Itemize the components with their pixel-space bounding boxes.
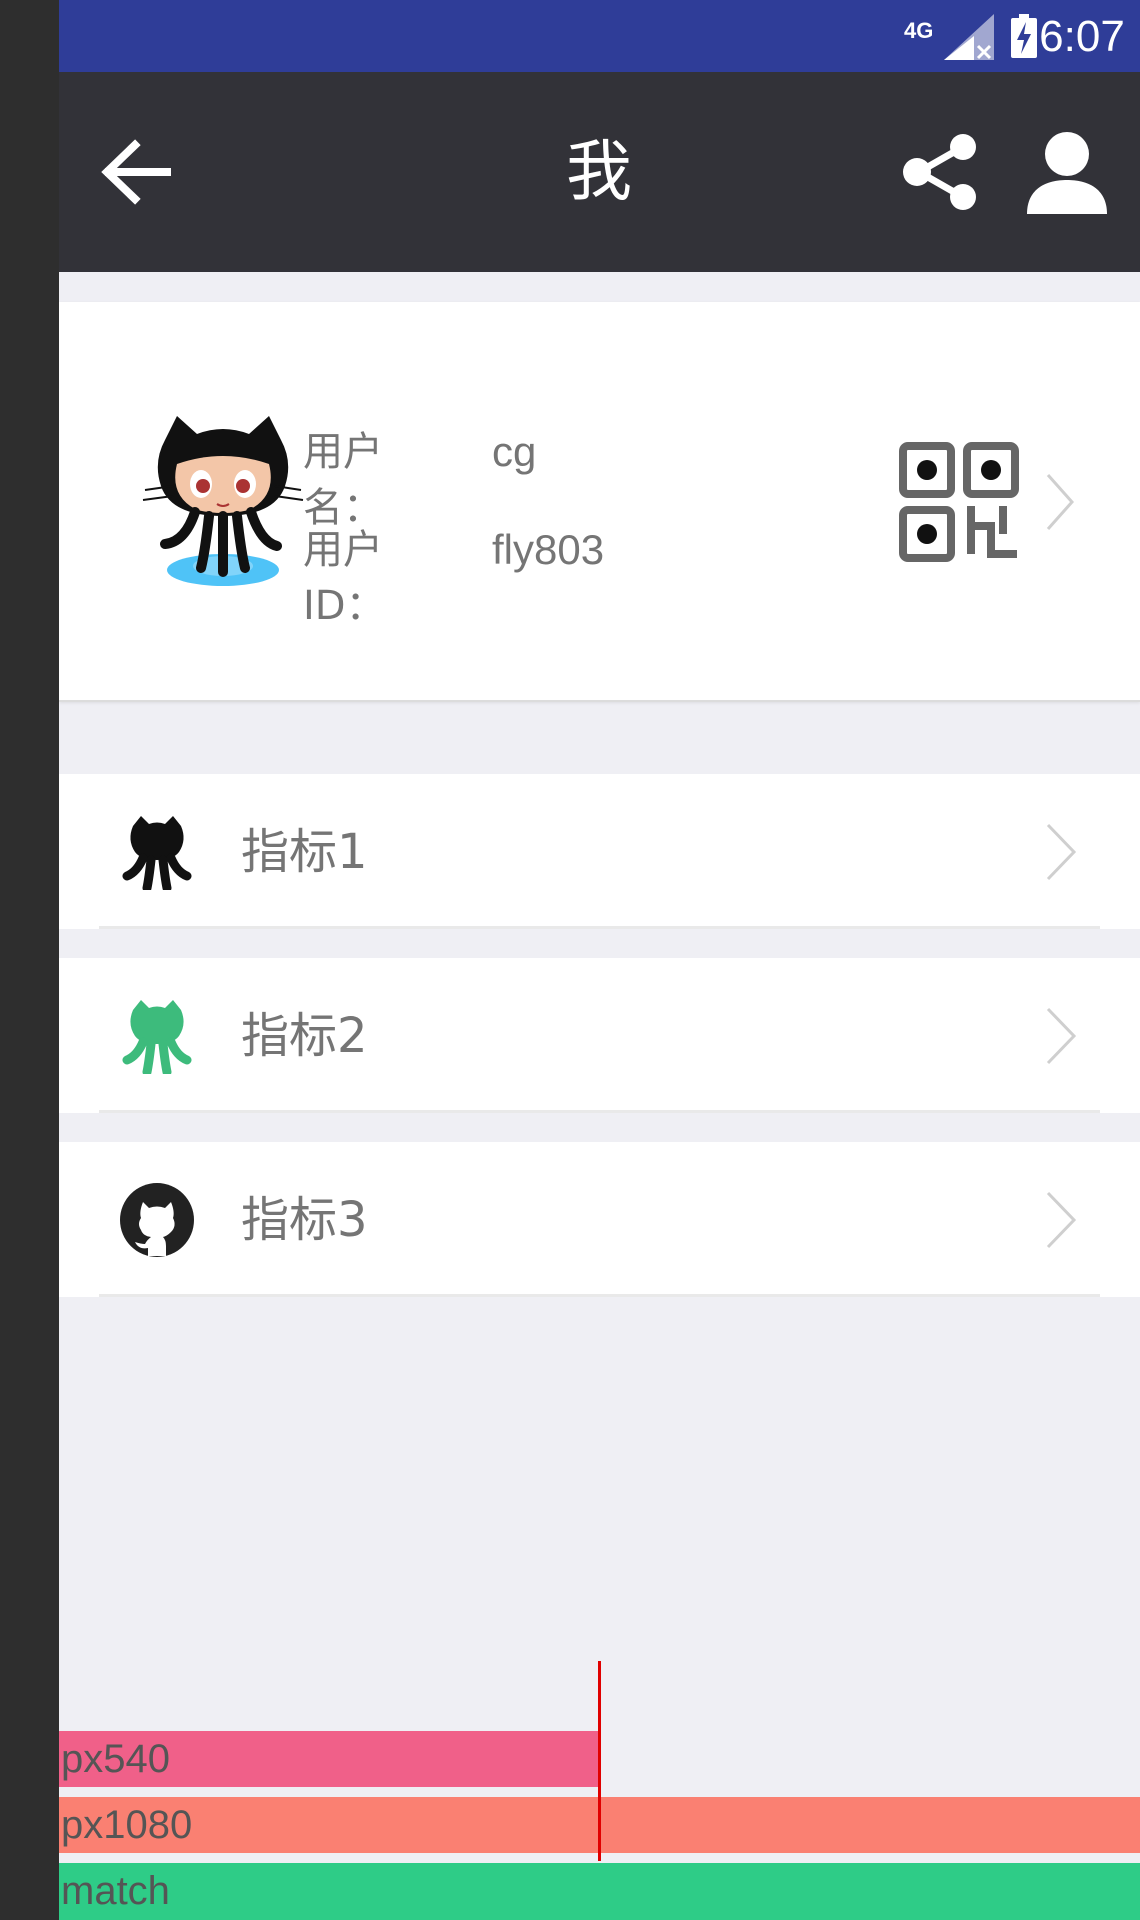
phone-screen: 4G 6:07 我 用户名： cg 用户ID： fly803 指标1 指标2 指…: [59, 0, 1140, 1920]
person-icon[interactable]: [1025, 130, 1109, 214]
username-label: 用户名：: [303, 429, 383, 531]
demo-bar-px540: px540: [59, 1731, 599, 1787]
menu-item-label: 指标1: [241, 824, 368, 880]
back-arrow-icon[interactable]: [99, 135, 173, 209]
username-value: cg: [492, 428, 537, 475]
demo-bar-match: match: [59, 1863, 1140, 1920]
menu-item-label: 指标3: [241, 1192, 368, 1248]
status-bar: 4G 6:07: [59, 0, 1140, 72]
octocat-green-icon: [122, 1000, 192, 1074]
octocat-avatar-icon: [142, 416, 304, 586]
app-bar: 我: [59, 72, 1140, 272]
qr-code-icon[interactable]: [899, 442, 1019, 562]
item-divider: [99, 926, 1100, 929]
github-logo-icon: [120, 1183, 194, 1257]
item-divider: [99, 1110, 1100, 1113]
signal-icon: 4G: [904, 14, 994, 60]
menu-item-label: 指标2: [241, 1008, 368, 1064]
menu-item-metric-3[interactable]: 指标3: [59, 1142, 1140, 1297]
menu-item-metric-1[interactable]: 指标1: [59, 774, 1140, 929]
page-title: 我: [566, 133, 632, 210]
chevron-right-icon: [1046, 474, 1075, 530]
userid-value: fly803: [492, 526, 605, 573]
clock-time: 6:07: [1039, 12, 1125, 61]
chevron-right-icon: [1046, 1007, 1077, 1065]
network-type-label: 4G: [904, 18, 933, 43]
chevron-right-icon: [1046, 1191, 1077, 1249]
userid-label: 用户ID：: [303, 527, 386, 629]
center-guide-line: [598, 1661, 601, 1861]
item-divider: [99, 1294, 1100, 1297]
octocat-dark-icon: [122, 816, 192, 890]
chevron-right-icon: [1046, 823, 1077, 881]
menu-item-metric-2[interactable]: 指标2: [59, 958, 1140, 1113]
profile-card[interactable]: 用户名： cg 用户ID： fly803: [59, 302, 1140, 702]
share-icon[interactable]: [901, 132, 981, 212]
